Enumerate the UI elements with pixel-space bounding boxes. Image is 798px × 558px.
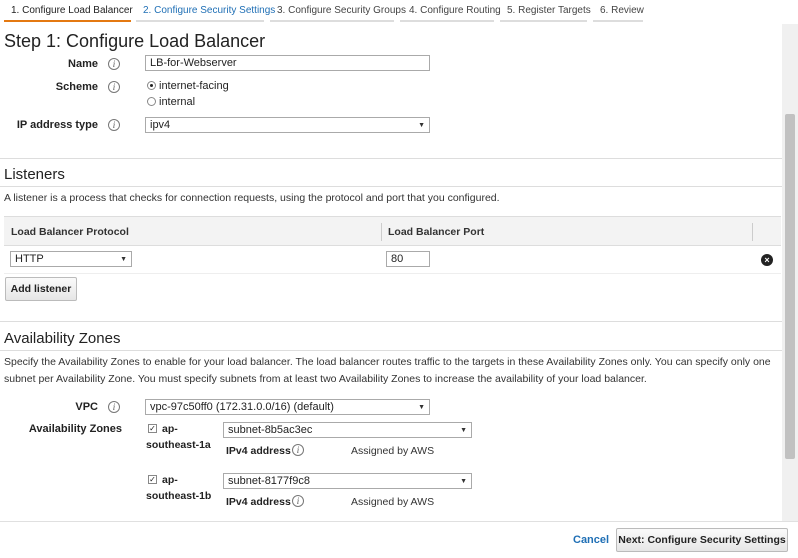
add-listener-button[interactable]: Add listener [5,277,77,301]
info-icon[interactable]: i [108,58,120,70]
zone-name-line2: southeast-1b [146,490,212,502]
name-label: Name [68,58,98,70]
ip-address-type-select[interactable]: ipv4 ▼ [145,117,430,133]
availability-zones-description: Specify the Availability Zones to enable… [4,356,771,385]
info-icon[interactable]: i [292,495,304,507]
chevron-down-icon: ▼ [418,122,425,129]
subnet-select[interactable]: subnet-8177f9c8 ▼ [223,473,472,489]
wizard-footer: Cancel Next: Configure Security Settings [0,521,798,558]
tab-review: 6. Review [600,5,644,16]
scheme-option-internet-facing[interactable]: internet-facing [147,80,229,92]
chevron-down-icon: ▼ [460,478,467,485]
zone-name-line2: southeast-1a [146,439,211,451]
tab-configure-load-balancer[interactable]: 1. Configure Load Balancer [11,5,133,21]
subnet-value: subnet-8177f9c8 [228,475,310,487]
divider [0,350,782,351]
divider [0,321,782,322]
info-icon[interactable]: i [108,119,120,131]
chevron-down-icon: ▼ [460,427,467,434]
ipv4-address-value: Assigned by AWS [351,496,435,508]
port-column-header: Load Balancer Port [388,226,485,238]
close-icon[interactable]: × [761,254,773,266]
protocol-value: HTTP [15,253,44,265]
cancel-link[interactable]: Cancel [573,534,609,546]
listeners-table-header: Load Balancer Protocol Load Balancer Por… [4,216,781,246]
main-content: Step 1: Configure Load Balancer Name i L… [0,24,782,521]
tab-register-targets: 5. Register Targets [507,5,591,16]
vpc-select[interactable]: vpc-97c50ff0 (172.31.0.0/16) (default) ▼ [145,399,430,415]
name-input[interactable]: LB-for-Webserver [145,55,430,71]
table-row: HTTP ▼ 80 × [4,246,781,274]
ipv4-address-value: Assigned by AWS [351,445,435,457]
chevron-down-icon: ▼ [120,256,127,263]
tab-configure-routing: 4. Configure Routing [409,5,501,16]
vpc-value: vpc-97c50ff0 (172.31.0.0/16) (default) [150,401,334,413]
subnet-select[interactable]: subnet-8b5ac3ec ▼ [223,422,472,438]
column-divider [381,223,382,241]
tab-underline [500,20,587,22]
ipv4-address-label: IPv4 address [226,445,291,457]
availability-zones-label: Availability Zones [28,423,122,435]
tab-underline [400,20,494,22]
subnet-value: subnet-8b5ac3ec [228,424,313,436]
tab-underline [136,20,264,22]
divider [0,158,782,159]
ip-address-type-value: ipv4 [150,119,171,131]
info-icon[interactable]: i [108,81,120,93]
divider [0,186,782,187]
info-icon[interactable]: i [108,401,120,413]
radio-checked[interactable] [147,81,156,90]
chevron-down-icon: ▼ [418,404,425,411]
tab-underline [593,20,643,22]
tab-configure-security-groups: 3. Configure Security Groups [277,5,406,16]
protocol-column-header: Load Balancer Protocol [11,226,129,238]
scheme-option-label: internal [159,96,196,108]
zone-checkbox[interactable]: ✓ [148,424,157,433]
vpc-label: VPC [75,401,98,413]
listeners-description: A listener is a process that checks for … [4,192,500,204]
tab-configure-security-settings[interactable]: 2. Configure Security Settings [143,5,275,21]
info-icon[interactable]: i [292,444,304,456]
vertical-scrollbar[interactable] [782,24,798,521]
wizard-tabs: 1. Configure Load Balancer 2. Configure … [0,0,798,24]
ip-address-type-label: IP address type [16,119,98,131]
scheme-option-internal[interactable]: internal [147,96,195,108]
page-title: Step 1: Configure Load Balancer [4,31,266,51]
scrollbar-thumb[interactable] [785,114,795,459]
port-input[interactable]: 80 [386,251,430,267]
tab-underline [270,20,394,22]
column-divider [752,223,753,241]
protocol-select[interactable]: HTTP ▼ [10,251,132,267]
next-button[interactable]: Next: Configure Security Settings [616,528,788,552]
listeners-title: Listeners [4,166,65,183]
ipv4-address-label: IPv4 address [226,496,291,508]
scheme-option-label: internet-facing [159,80,229,92]
scheme-label: Scheme [55,81,98,93]
zone-checkbox[interactable]: ✓ [148,475,157,484]
availability-zones-title: Availability Zones [4,330,121,347]
radio-unchecked[interactable] [147,97,156,106]
tab-active-underline [4,20,131,22]
